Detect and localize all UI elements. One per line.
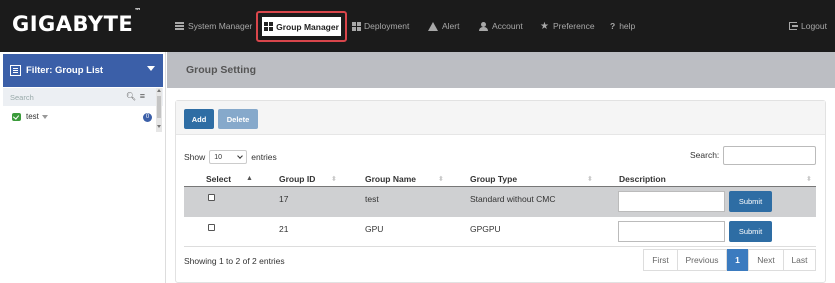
column-group-name[interactable]: Group Name [365,174,416,184]
filter-label: Filter: Group List [26,65,104,76]
sidebar-search-input[interactable]: Search 🔍︎ ≡ [3,88,163,106]
nav-help[interactable]: ? help [610,19,635,33]
column-select[interactable]: Select [206,174,231,184]
sort-asc-icon[interactable]: ▲ [246,175,253,182]
scroll-thumb[interactable] [157,96,161,118]
chevron-down-icon [237,153,244,159]
cell-group-name: GPU [365,224,384,234]
cell-group-id: 21 [279,224,289,234]
user-icon [479,21,488,31]
description-input[interactable] [618,221,725,242]
scroll-up-icon[interactable] [157,89,161,92]
nav-alert[interactable]: Alert [428,19,459,33]
checked-icon[interactable] [12,112,21,121]
grid-icon [264,22,274,31]
list-box-icon [10,65,21,76]
column-description[interactable]: Description [619,174,666,184]
count-badge: 0 [143,113,152,122]
page-header: Group Setting [167,52,835,88]
filter-dropdown[interactable]: Filter: Group List [3,54,163,87]
nav-group-manager[interactable]: Group Manager [256,11,347,42]
caret-down-icon [147,66,155,71]
entries-select[interactable]: 10 [209,150,248,164]
column-group-type[interactable]: Group Type [470,174,517,184]
logout-link[interactable]: Logout [789,19,827,33]
panel-toolbar: Add Delete [176,101,825,135]
page-title: Group Setting [186,64,256,76]
sidebar: Filter: Group List Search 🔍︎ ≡ test 0 [0,52,166,283]
add-button[interactable]: Add [184,109,214,129]
table-header: Select ▲ Group ID ⬍ Group Name ⬍ Group T… [184,170,816,187]
sort-icon[interactable]: ⬍ [806,175,812,183]
nav-system-manager[interactable]: System Manager [175,19,252,33]
grid-icon [352,21,361,31]
row-select-checkbox[interactable] [208,194,215,201]
submit-button[interactable]: Submit [729,191,772,212]
pagination-next[interactable]: Next [748,249,784,271]
delete-button[interactable]: Delete [218,109,258,129]
search-placeholder: Search [10,92,34,102]
sort-icon[interactable]: ⬍ [331,175,337,183]
question-icon: ? [610,21,616,31]
tree-item-label: test [26,112,39,121]
table-row: 17 test Standard without CMC Submit [184,187,816,217]
tree-item-test[interactable]: test [12,112,48,121]
column-group-id[interactable]: Group ID [279,174,315,184]
search-icon[interactable]: 🔍︎ [126,92,136,101]
pagination-last[interactable]: Last [783,249,816,271]
table-row: 21 GPU GPGPU Submit [184,217,816,247]
pagination-page-1[interactable]: 1 [727,249,748,271]
gigabyte-logo[interactable]: GIGABYTE™ [12,7,142,36]
entries-control: Show 10 entries [184,150,277,164]
row-select-checkbox[interactable] [208,224,215,231]
pagination-previous[interactable]: Previous [677,249,727,271]
warning-icon [428,21,438,31]
cell-group-type: GPGPU [470,224,501,234]
submit-button[interactable]: Submit [729,221,772,242]
search-input[interactable] [723,146,816,165]
nav-account[interactable]: Account [479,19,523,33]
scroll-down-icon[interactable] [157,125,161,128]
sidebar-scrollbar[interactable] [156,88,162,132]
sort-icon[interactable]: ⬍ [587,175,593,183]
pagination-first[interactable]: First [643,249,678,271]
cell-group-type: Standard without CMC [470,194,556,204]
search-label: Search: [690,150,720,160]
top-navigation-bar: GIGABYTE™ System Manager Group Manager D… [0,0,835,52]
sort-icon[interactable]: ⬍ [438,175,444,183]
star-icon: ★ [540,20,549,32]
nav-preference[interactable]: ★ Preference [540,19,595,33]
cell-group-name: test [365,194,379,204]
cell-group-id: 17 [279,194,289,204]
list-icon [175,22,184,30]
table-info: Showing 1 to 2 of 2 entries [184,256,285,266]
menu-icon[interactable]: ≡ [140,92,145,101]
caret-down-icon[interactable] [41,114,48,119]
nav-deployment[interactable]: Deployment [352,19,409,33]
description-input[interactable] [618,191,725,212]
logout-icon [789,22,798,30]
